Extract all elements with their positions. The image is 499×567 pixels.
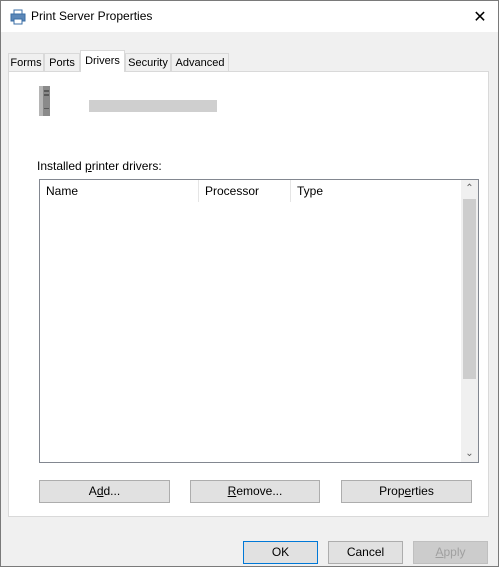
- list-header: Name Processor Type: [40, 180, 460, 202]
- printer-icon: [10, 9, 26, 25]
- scroll-up-button[interactable]: ⌃: [461, 180, 478, 197]
- chevron-up-icon: ⌃: [465, 183, 474, 194]
- close-button[interactable]: ✕: [462, 1, 498, 32]
- column-header-processor[interactable]: Processor: [199, 180, 291, 202]
- tab-security[interactable]: Security: [125, 53, 171, 71]
- dialog-client-area: Forms Ports Drivers Security Advanced In…: [1, 32, 498, 566]
- ok-button[interactable]: OK: [243, 541, 318, 564]
- tab-ports-label: Ports: [49, 57, 75, 69]
- cancel-label: Cancel: [346, 545, 385, 559]
- apply-button[interactable]: Apply: [413, 541, 488, 564]
- tab-forms-label: Forms: [10, 57, 42, 69]
- server-name-field: [89, 100, 217, 112]
- cancel-button[interactable]: Cancel: [328, 541, 403, 564]
- installed-drivers-label: Installed printer drivers:: [37, 159, 162, 173]
- vertical-scrollbar[interactable]: ⌃ ⌄: [461, 180, 478, 462]
- server-tower-icon: [39, 86, 50, 116]
- installed-drivers-list[interactable]: Name Processor Type ⌃ ⌄: [39, 179, 479, 463]
- tab-forms[interactable]: Forms: [8, 53, 44, 71]
- close-icon: ✕: [473, 8, 487, 26]
- remove-driver-button[interactable]: Remove...: [190, 480, 320, 503]
- tab-security-label: Security: [128, 57, 168, 69]
- tab-advanced[interactable]: Advanced: [171, 53, 229, 71]
- drivers-tab-page: Installed printer drivers: Name Processo…: [8, 71, 489, 517]
- column-header-type[interactable]: Type: [291, 180, 460, 202]
- add-driver-button[interactable]: Add...: [39, 480, 170, 503]
- chevron-down-icon: ⌄: [465, 448, 474, 459]
- column-name-label: Name: [46, 184, 79, 198]
- tab-drivers[interactable]: Drivers: [80, 50, 125, 72]
- print-server-properties-window: Print Server Properties ✕ Forms Ports Dr…: [0, 0, 499, 567]
- tab-drivers-label: Drivers: [85, 55, 120, 67]
- scrollbar-thumb[interactable]: [463, 199, 476, 379]
- tab-advanced-label: Advanced: [175, 57, 225, 69]
- column-header-name[interactable]: Name: [40, 180, 199, 202]
- window-title: Print Server Properties: [31, 9, 153, 23]
- driver-properties-button[interactable]: Properties: [341, 480, 472, 503]
- tab-ports[interactable]: Ports: [44, 53, 80, 71]
- title-bar[interactable]: Print Server Properties ✕: [1, 1, 498, 32]
- column-processor-label: Processor: [205, 184, 260, 198]
- column-type-label: Type: [297, 184, 324, 198]
- scroll-down-button[interactable]: ⌄: [461, 445, 478, 462]
- ok-label: OK: [271, 545, 290, 559]
